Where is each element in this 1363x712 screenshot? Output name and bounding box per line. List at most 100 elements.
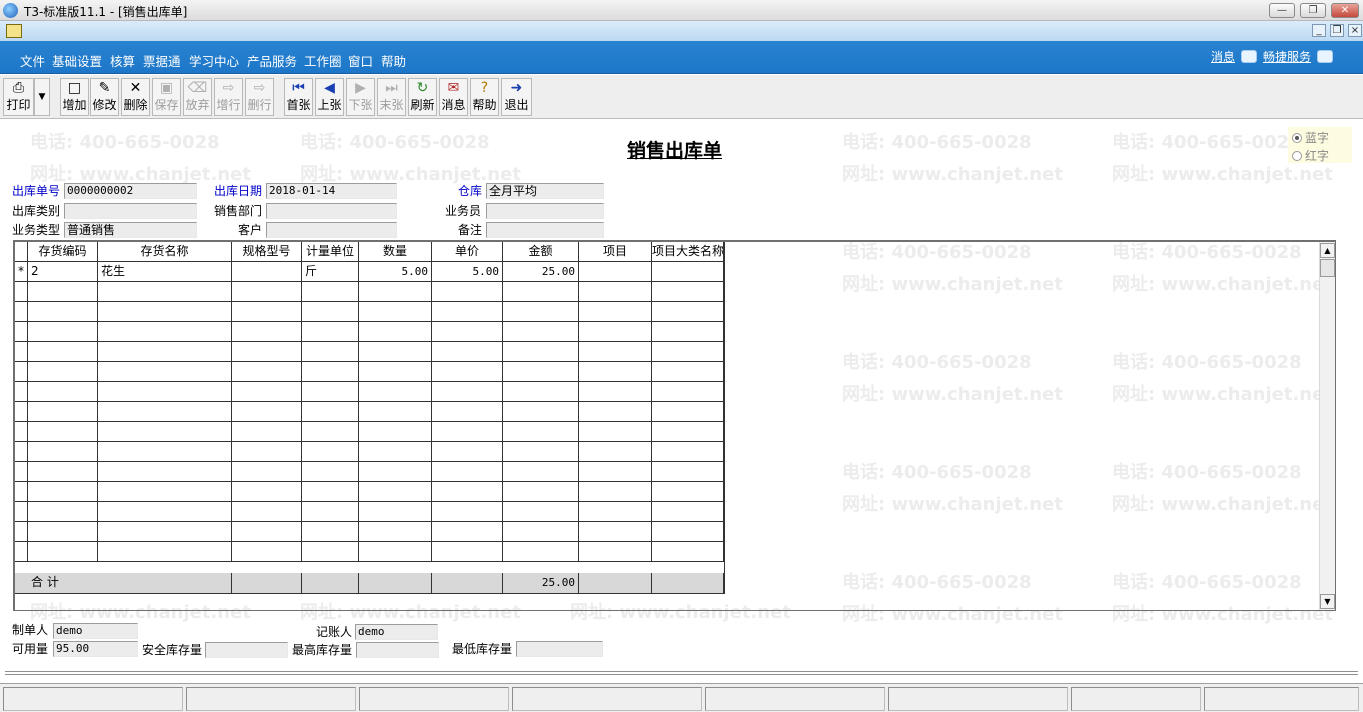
next-button[interactable]: ▶ 下张 xyxy=(346,78,375,116)
last-button[interactable]: ⏭ 末张 xyxy=(377,78,406,116)
menu-invoice[interactable]: 票据通 xyxy=(143,51,181,70)
document-icon[interactable] xyxy=(6,24,22,38)
column-header-amount[interactable]: 金额 xyxy=(503,242,579,262)
quick-service-link[interactable]: 畅捷服务 xyxy=(1263,48,1311,65)
menu-basic-settings[interactable]: 基础设置 xyxy=(52,51,102,70)
table-row[interactable] xyxy=(15,542,724,562)
menu-workcircle[interactable]: 工作圈 xyxy=(304,51,342,70)
arrow-up-icon: ▲ xyxy=(1324,246,1331,255)
out-type-field[interactable] xyxy=(64,203,197,219)
cell-spec[interactable] xyxy=(232,262,302,282)
table-row[interactable] xyxy=(15,382,724,402)
exit-button[interactable]: ➜ 退出 xyxy=(501,78,532,116)
table-row[interactable] xyxy=(15,282,724,302)
scroll-up-button[interactable]: ▲ xyxy=(1320,243,1335,258)
max-stock-field[interactable] xyxy=(356,642,439,658)
total-amount: 25.00 xyxy=(503,573,579,593)
table-row[interactable] xyxy=(15,522,724,542)
cell-project[interactable] xyxy=(579,262,652,282)
customer-field[interactable] xyxy=(266,222,397,238)
cell-qty[interactable]: 5.00 xyxy=(359,262,432,282)
window-titlebar: T3-标准版11.1 - [销售出库单] — ❐ ✕ xyxy=(0,0,1363,21)
table-row[interactable] xyxy=(15,422,724,442)
menu-help[interactable]: 帮助 xyxy=(381,51,406,70)
table-row[interactable] xyxy=(15,322,724,342)
remark-field[interactable] xyxy=(486,222,604,238)
column-header-project[interactable]: 项目 xyxy=(579,242,652,262)
table-row[interactable]: * 2 花生 斤 5.00 5.00 25.00 xyxy=(15,262,724,282)
cell-name[interactable]: 花生 xyxy=(98,262,232,282)
delete-row-icon: ⇨ xyxy=(253,80,266,96)
mdi-restore-button[interactable]: ❐ xyxy=(1330,24,1344,37)
top-right-links: 消息 畅捷服务 xyxy=(1211,48,1333,65)
close-button[interactable]: ✕ xyxy=(1331,3,1359,18)
add-row-button[interactable]: ⇨ 增行 xyxy=(214,78,243,116)
sales-dept-field[interactable] xyxy=(266,203,397,219)
table-row[interactable] xyxy=(15,402,724,422)
minimize-button[interactable]: — xyxy=(1269,3,1295,18)
out-no-field[interactable]: 0000000002 xyxy=(64,183,197,199)
mdi-close-button[interactable]: × xyxy=(1348,24,1362,37)
column-header-code[interactable]: 存货编码 xyxy=(28,242,98,262)
print-button[interactable]: ⎙ 打印 xyxy=(3,78,34,116)
menu-learning[interactable]: 学习中心 xyxy=(189,51,239,70)
status-panel xyxy=(705,687,885,711)
maker-field[interactable]: demo xyxy=(53,623,138,639)
refresh-button[interactable]: ↻ 刷新 xyxy=(408,78,437,116)
available-field[interactable]: 95.00 xyxy=(53,641,138,657)
mdi-minimize-button[interactable]: _ xyxy=(1312,24,1326,37)
delete-row-button[interactable]: ⇨ 删行 xyxy=(245,78,274,116)
table-row[interactable] xyxy=(15,302,724,322)
service-icon[interactable] xyxy=(1317,50,1333,63)
menu-window[interactable]: 窗口 xyxy=(348,51,373,70)
column-header-price[interactable]: 单价 xyxy=(432,242,503,262)
maximize-button[interactable]: ❐ xyxy=(1300,3,1326,18)
delete-button[interactable]: ✕ 删除 xyxy=(121,78,150,116)
cell-category[interactable] xyxy=(652,262,724,282)
table-row[interactable] xyxy=(15,442,724,462)
radio-red[interactable]: 红字 xyxy=(1292,147,1329,164)
cell-amount[interactable]: 25.00 xyxy=(503,262,579,282)
table-row[interactable] xyxy=(15,462,724,482)
table-row[interactable] xyxy=(15,482,724,502)
radio-red-dot xyxy=(1292,150,1302,161)
message-button[interactable]: ✉ 消息 xyxy=(439,78,468,116)
radio-blue[interactable]: 蓝字 xyxy=(1292,129,1329,146)
table-row[interactable] xyxy=(15,342,724,362)
menu-accounting[interactable]: 核算 xyxy=(110,51,135,70)
first-button[interactable]: ⏮ 首张 xyxy=(284,78,313,116)
out-date-field[interactable]: 2018-01-14 xyxy=(266,183,397,199)
print-dropdown-button[interactable]: ▼ xyxy=(34,78,50,116)
scroll-down-button[interactable]: ▼ xyxy=(1320,594,1335,609)
prev-button[interactable]: ◀ 上张 xyxy=(315,78,344,116)
biz-type-field[interactable]: 普通销售 xyxy=(64,222,197,238)
column-header-qty[interactable]: 数量 xyxy=(359,242,432,262)
warehouse-field[interactable]: 全月平均 xyxy=(486,183,604,199)
help-button[interactable]: ? 帮助 xyxy=(470,78,499,116)
column-header-unit[interactable]: 计量单位 xyxy=(302,242,359,262)
menu-products[interactable]: 产品服务 xyxy=(247,51,297,70)
column-header-spec[interactable]: 规格型号 xyxy=(232,242,302,262)
cell-code[interactable]: 2 xyxy=(28,262,98,282)
table-row[interactable] xyxy=(15,362,724,382)
safety-stock-field[interactable] xyxy=(205,642,288,658)
add-button[interactable]: □ 增加 xyxy=(60,78,89,116)
save-button[interactable]: ▣ 保存 xyxy=(152,78,181,116)
messages-link[interactable]: 消息 xyxy=(1211,48,1235,65)
grid-vertical-scrollbar[interactable]: ▲ ▼ xyxy=(1319,242,1335,610)
min-stock-field[interactable] xyxy=(516,641,603,657)
salesman-field[interactable] xyxy=(486,203,604,219)
bookkeeper-field[interactable]: demo xyxy=(355,624,438,640)
column-header-category[interactable]: 项目大类名称 xyxy=(652,242,724,262)
cell-unit[interactable]: 斤 xyxy=(302,262,359,282)
cell-price[interactable]: 5.00 xyxy=(432,262,503,282)
chat-icon[interactable] xyxy=(1240,50,1257,63)
abandon-button[interactable]: ⌫ 放弃 xyxy=(183,78,212,116)
table-row[interactable] xyxy=(15,502,724,522)
edit-button[interactable]: ✎ 修改 xyxy=(90,78,119,116)
menu-file[interactable]: 文件 xyxy=(20,51,45,70)
column-header-name[interactable]: 存货名称 xyxy=(98,242,232,262)
status-panel xyxy=(1204,687,1359,711)
row-marker-header xyxy=(15,242,28,262)
scroll-thumb[interactable] xyxy=(1320,259,1335,277)
